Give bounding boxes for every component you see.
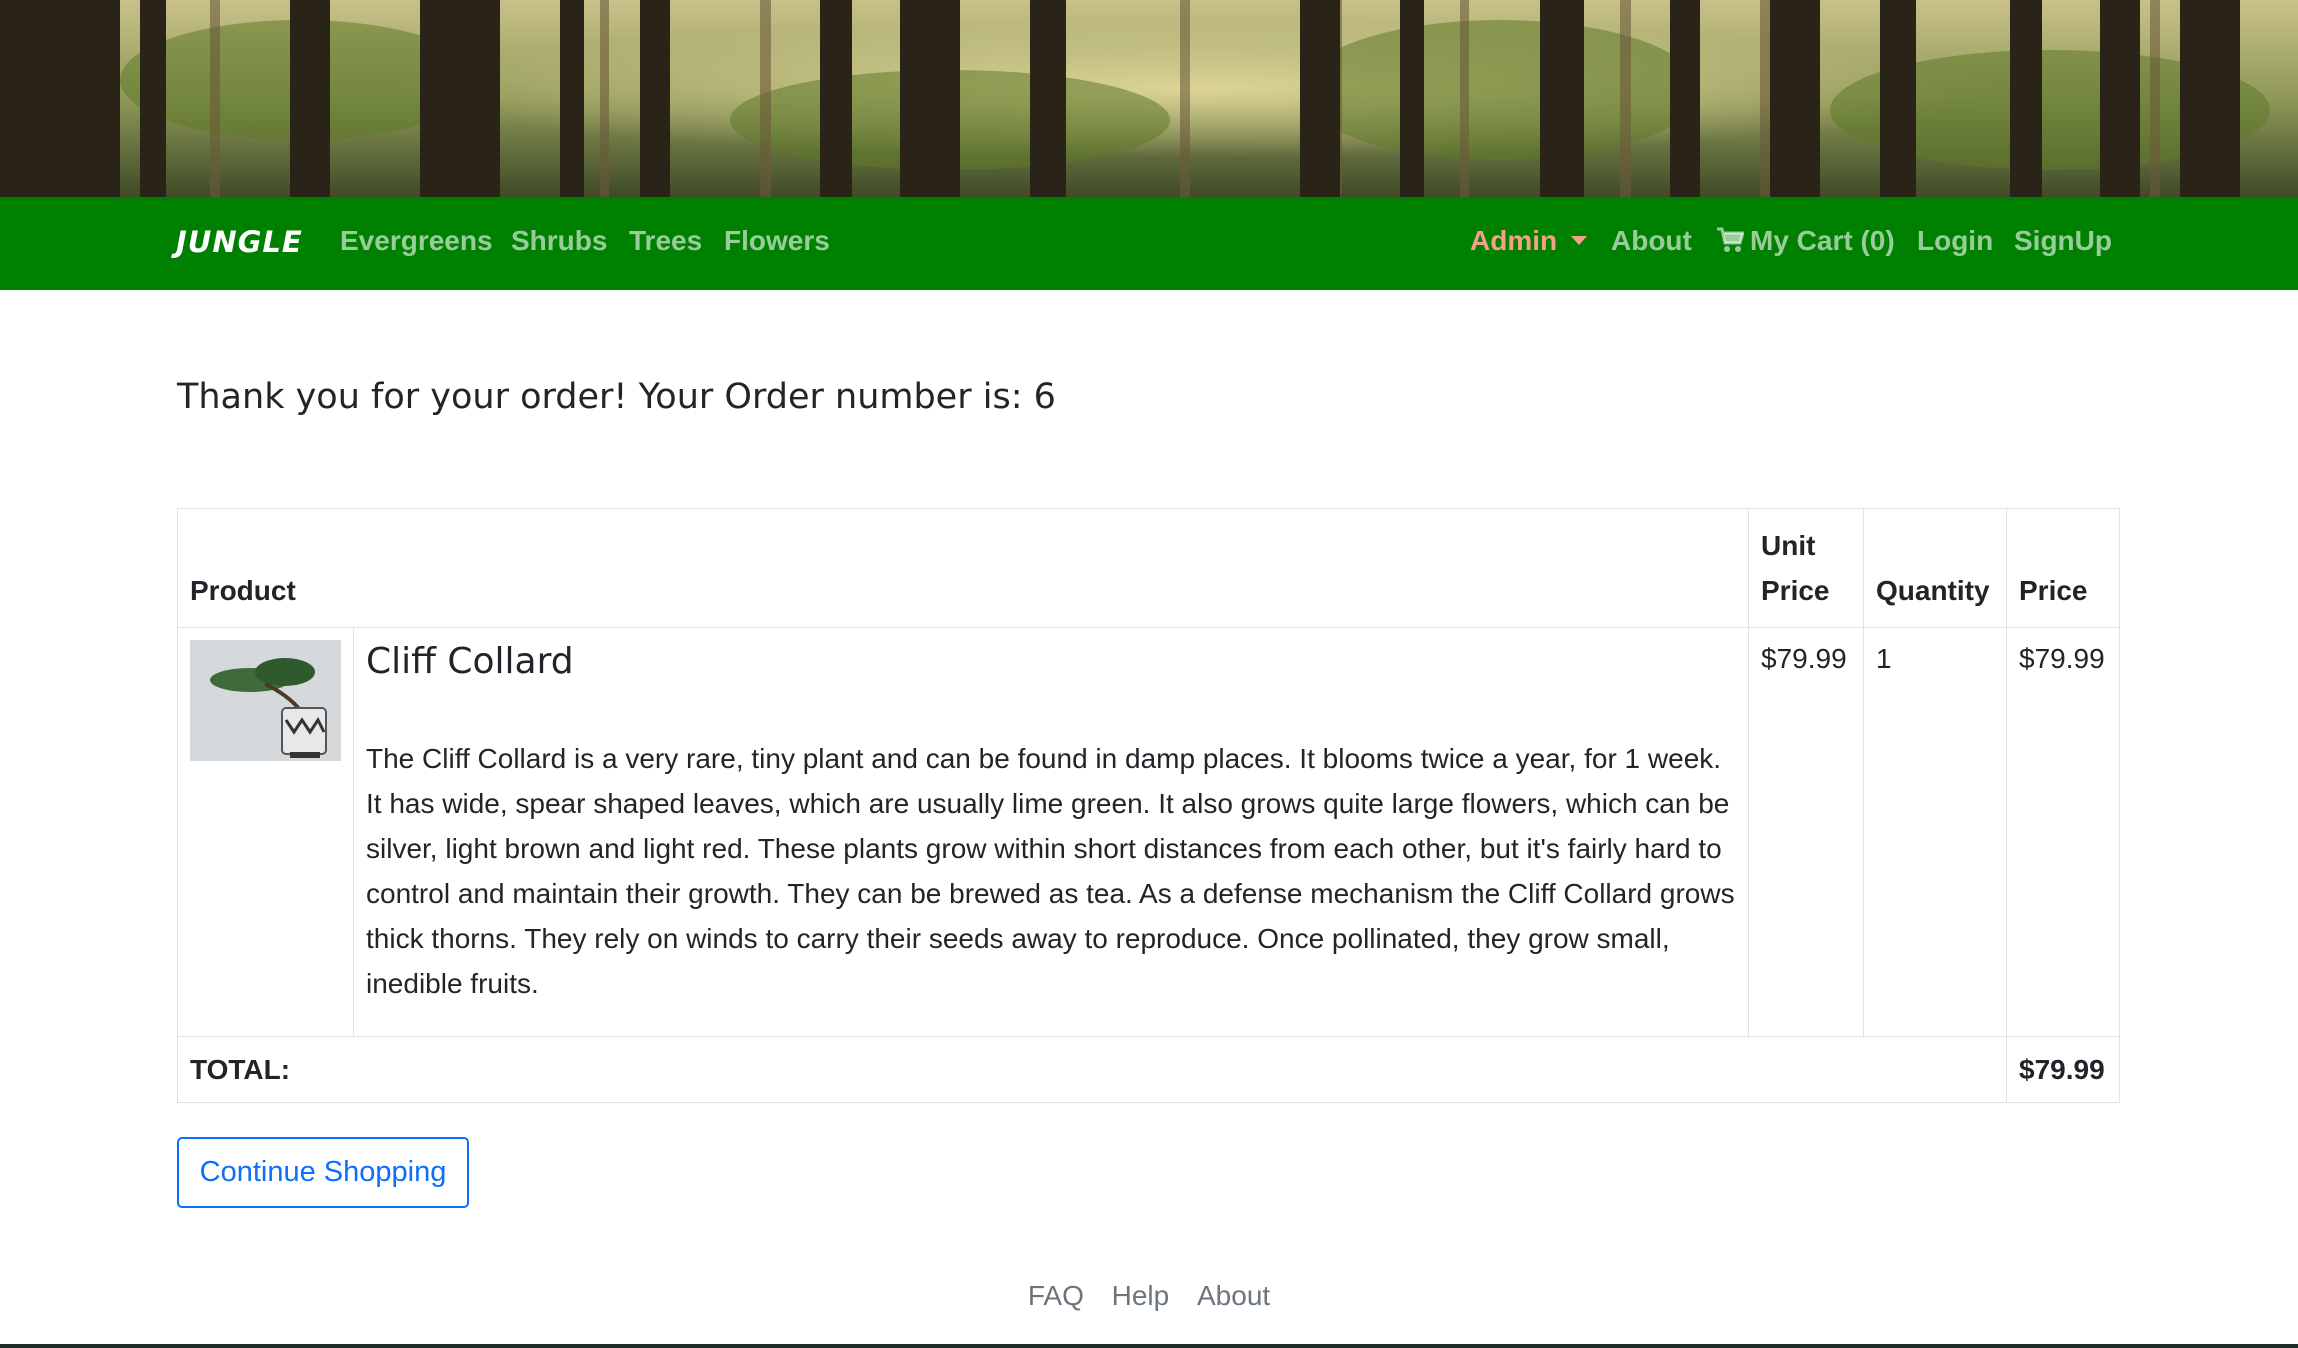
footer-link-help[interactable]: Help [1112,1280,1170,1311]
header-product: Product [177,508,1749,628]
nav-link-trees[interactable]: Trees [629,225,702,257]
nav-link-about[interactable]: About [1611,225,1692,257]
product-info-cell: Cliff Collard The Cliff Collard is a ver… [353,627,1749,1037]
admin-dropdown-label: Admin [1470,225,1558,256]
footer-link-faq[interactable]: FAQ [1028,1280,1084,1311]
caret-down-icon [1571,236,1588,245]
cart-label: My Cart (0) [1750,225,1895,256]
main-navbar: JUNGLE Evergreens Shrubs Trees Flowers A… [0,197,2298,290]
total-value: $79.99 [2006,1036,2120,1103]
product-image [190,640,341,761]
nav-link-evergreens[interactable]: Evergreens [340,225,493,257]
nav-link-signup[interactable]: SignUp [2014,225,2112,257]
product-image-cell [177,627,354,1037]
continue-shopping-button[interactable]: Continue Shopping [177,1137,469,1208]
header-price: Price [2006,508,2120,628]
table-row: Cliff Collard The Cliff Collard is a ver… [177,627,2120,1037]
nav-link-shrubs[interactable]: Shrubs [511,225,607,257]
brand-logo[interactable]: JUNGLE [176,225,303,259]
forest-banner [0,0,2298,197]
footer-link-about[interactable]: About [1197,1280,1270,1311]
footer-divider [0,1344,2298,1348]
nav-link-cart[interactable]: My Cart (0) [1716,225,1895,257]
product-name: Cliff Collard [366,641,574,682]
header-unit-price: Unit Price [1748,508,1864,628]
footer: FAQ Help About [0,1280,2298,1312]
forest-image [0,0,2298,197]
total-row: TOTAL: $79.99 [177,1036,2120,1103]
order-confirmation-heading: Thank you for your order! Your Order num… [177,377,1056,417]
table-header-row: Product Unit Price Quantity Price [177,508,2120,628]
unit-price-cell: $79.99 [1748,627,1864,1037]
price-cell: $79.99 [2006,627,2120,1037]
product-description: The Cliff Collard is a very rare, tiny p… [366,743,1735,999]
admin-dropdown[interactable]: Admin [1470,225,1588,257]
nav-link-login[interactable]: Login [1917,225,1993,257]
total-label: TOTAL: [177,1036,2007,1103]
nav-link-flowers[interactable]: Flowers [724,225,830,257]
quantity-cell: 1 [1863,627,2007,1037]
order-table: Product Unit Price Quantity Price Cliff … [177,508,2120,1103]
header-quantity: Quantity [1863,508,2007,628]
cart-icon [1717,227,1744,252]
